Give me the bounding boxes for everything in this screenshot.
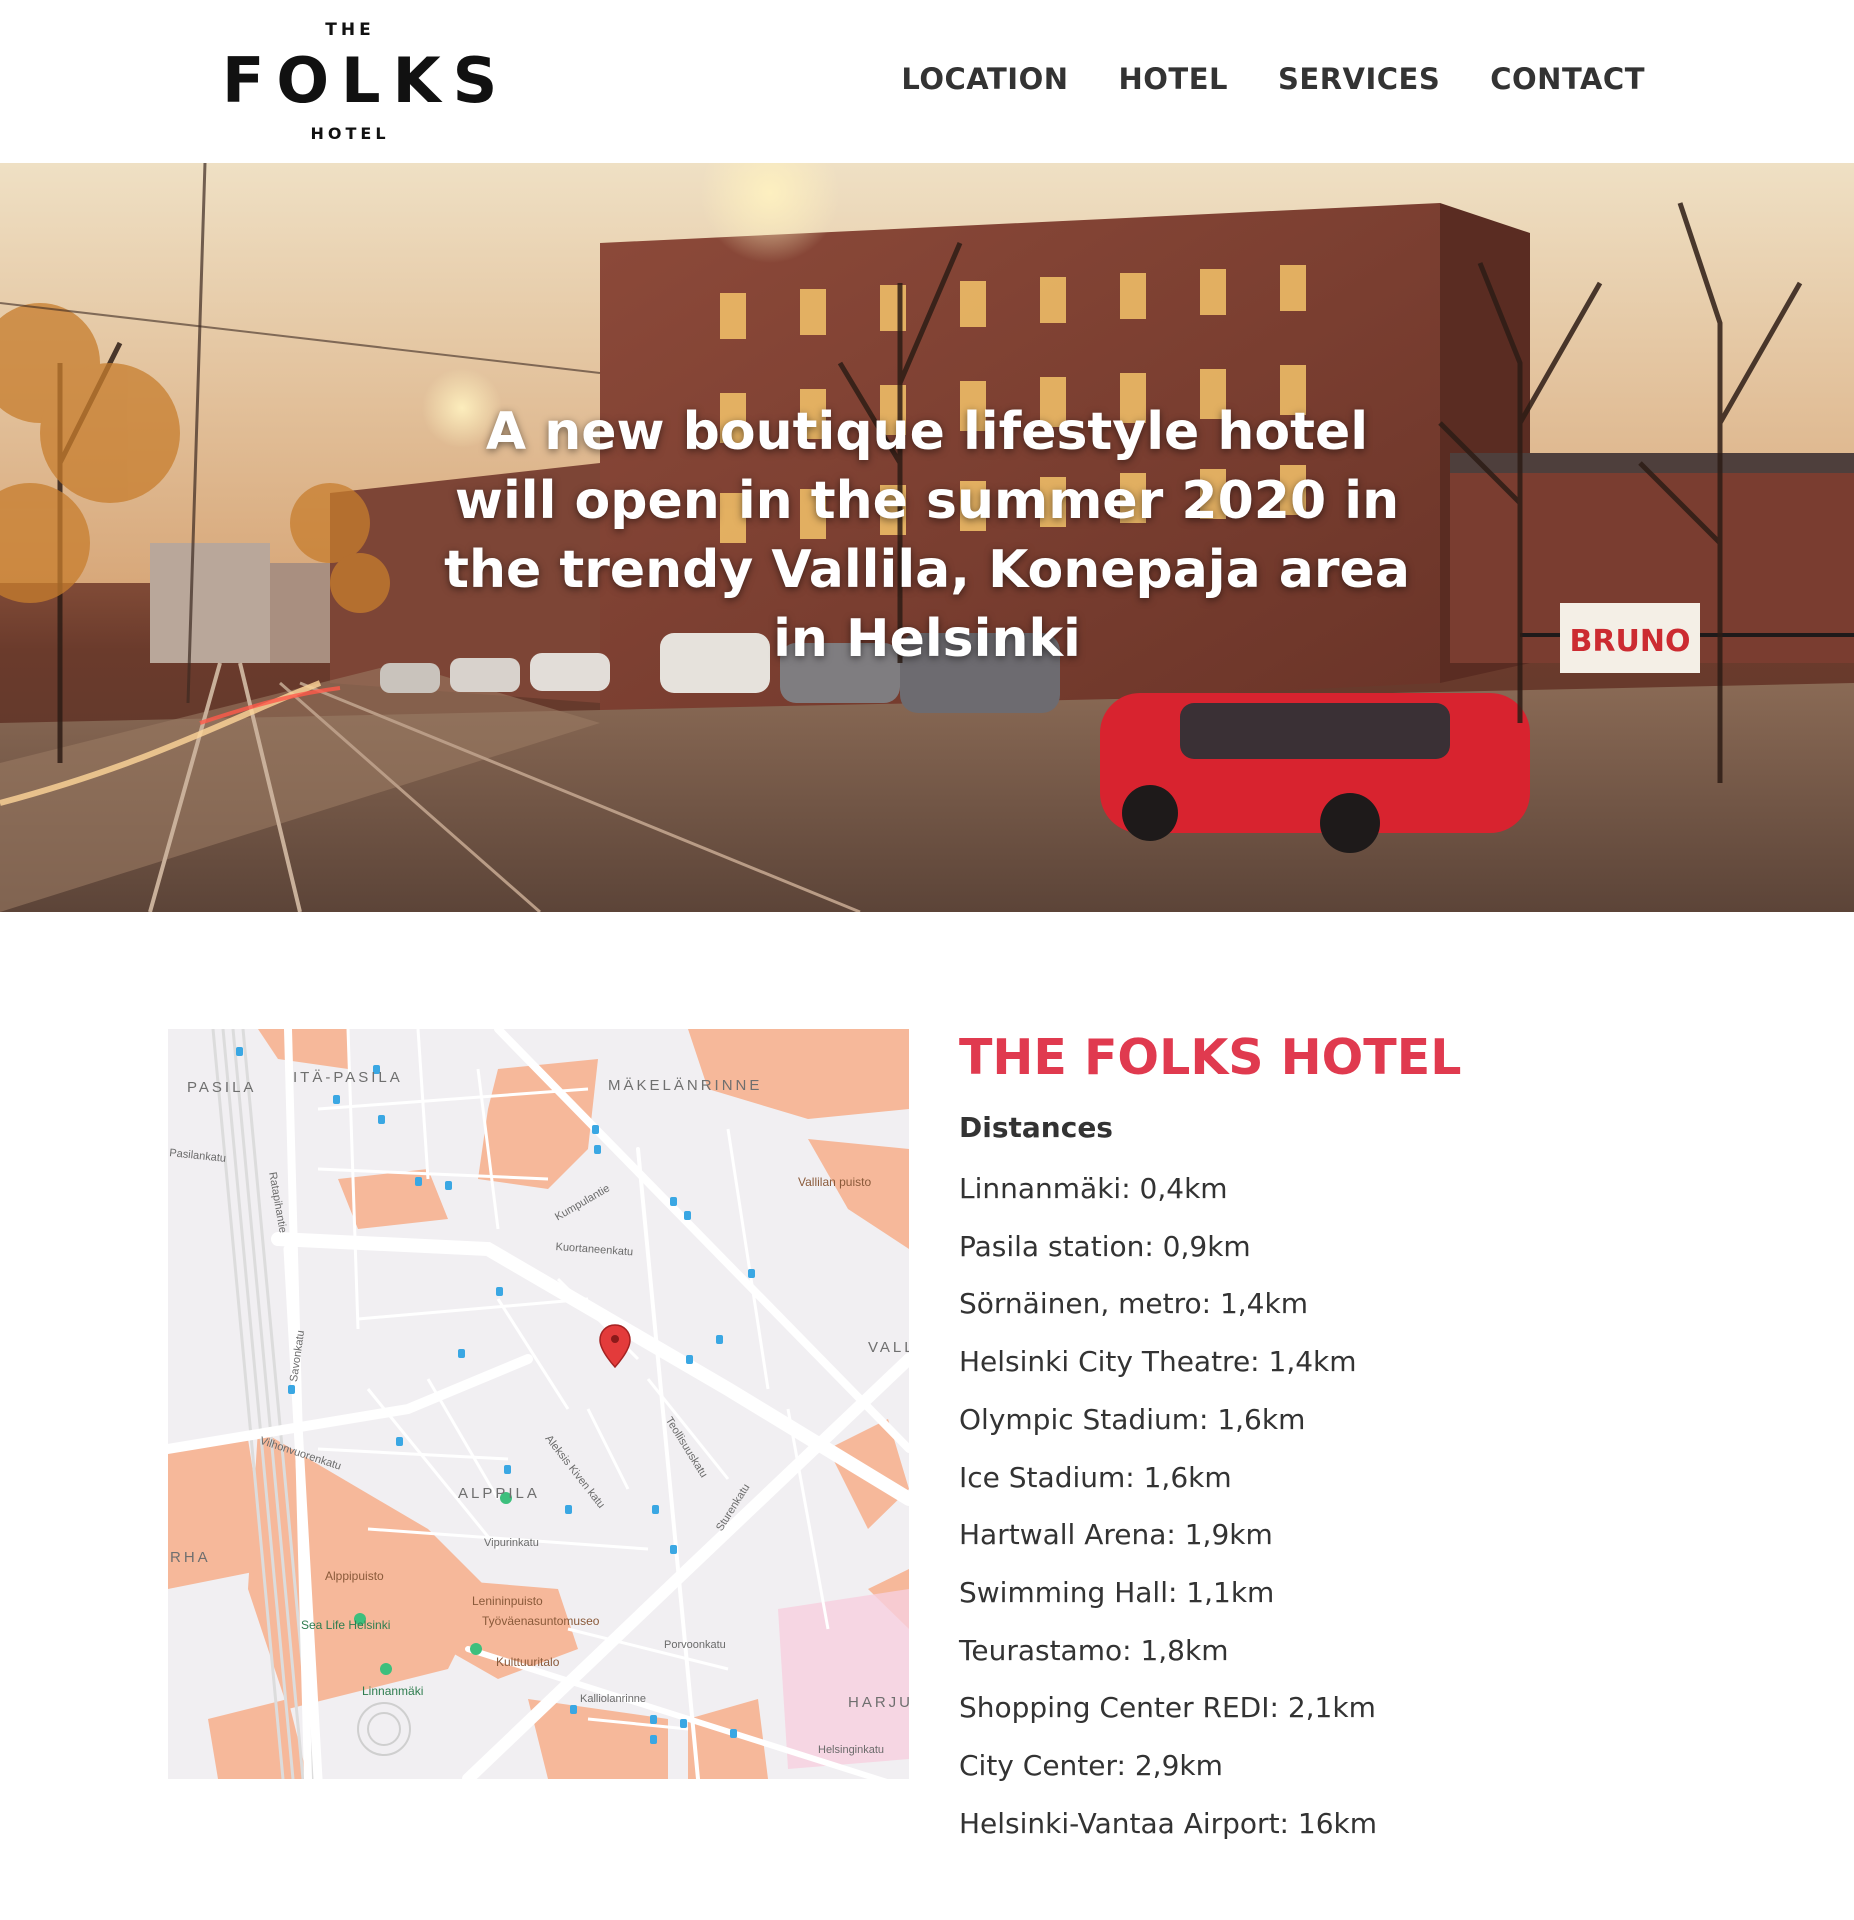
location-map[interactable]: PASILA ITÄ-PASILA MÄKELÄNRINNE ALPPILA R… xyxy=(168,1029,909,1779)
hero-headline: A new boutique lifestyle hotel will open… xyxy=(444,402,1410,669)
bruno-sign: BRUNO xyxy=(1570,624,1691,659)
map-label-alppila: ALPPILA xyxy=(458,1485,540,1502)
map-label-kulttuuritalo: Kulttuuritalo xyxy=(496,1655,560,1669)
map-label-tyovaenasuntomuseo: Työväenasuntomuseo xyxy=(482,1614,600,1628)
distance-item: Shopping Center REDI: 2,1km xyxy=(959,1691,1376,1725)
map-label-linnanmaki: Linnanmäki xyxy=(362,1684,424,1698)
map-label-vallilan-puisto: Vallilan puisto xyxy=(798,1175,872,1189)
distance-item: Teurastamo: 1,8km xyxy=(959,1633,1229,1667)
map-label-alppipuisto: Alppipuisto xyxy=(325,1569,384,1583)
folks-hotel-logo[interactable]: THE FOLKS HOTEL xyxy=(222,16,510,146)
map-street-kalliolanrinne: Kalliolanrinne xyxy=(580,1693,647,1705)
distance-item: Swimming Hall: 1,1km xyxy=(959,1575,1275,1609)
nav-services[interactable]: SERVICES xyxy=(1278,62,1440,96)
map-label-rha: RHA xyxy=(170,1549,211,1566)
distance-item: City Center: 2,9km xyxy=(959,1749,1223,1783)
distance-list: Linnanmäki: 0,4km Pasila station: 0,9km … xyxy=(959,1160,1739,1852)
map-label-sea-life: Sea Life Helsinki xyxy=(301,1618,391,1632)
logo-folks: FOLKS xyxy=(222,44,510,117)
logo-the: THE xyxy=(325,20,375,40)
map-label-vall: VALL xyxy=(868,1339,909,1356)
distance-item: Pasila station: 0,9km xyxy=(959,1229,1251,1263)
distance-item: Olympic Stadium: 1,6km xyxy=(959,1402,1306,1436)
logo-hotel: HOTEL xyxy=(310,124,390,143)
distance-item: Helsinki-Vantaa Airport: 16km xyxy=(959,1806,1378,1840)
map-label-lenininpuisto: Lenininpuisto xyxy=(472,1594,543,1608)
main-nav: LOCATION HOTEL SERVICES CONTACT xyxy=(901,62,1645,96)
map-label-makelanrinne: MÄKELÄNRINNE xyxy=(608,1077,763,1094)
map-street-porvoonkatu: Porvoonkatu xyxy=(664,1639,726,1651)
distance-item: Ice Stadium: 1,6km xyxy=(959,1460,1232,1494)
map-street-vipurinkatu: Vipurinkatu xyxy=(484,1537,539,1549)
site-header: THE FOLKS HOTEL LOCATION HOTEL SERVICES … xyxy=(0,0,1854,163)
nav-location[interactable]: LOCATION xyxy=(901,62,1068,96)
hotel-info: THE FOLKS HOTEL Distances Linnanmäki: 0,… xyxy=(959,1028,1739,1852)
nav-contact[interactable]: CONTACT xyxy=(1490,62,1645,96)
map-label-harju: HARJU xyxy=(848,1694,909,1711)
distance-item: Helsinki City Theatre: 1,4km xyxy=(959,1345,1357,1379)
distances-heading: Distances xyxy=(959,1111,1113,1144)
nav-hotel[interactable]: HOTEL xyxy=(1119,62,1229,96)
map-street-helsinginkatu: Helsinginkatu xyxy=(818,1744,885,1756)
distance-item: Hartwall Arena: 1,9km xyxy=(959,1518,1273,1552)
distance-item: Linnanmäki: 0,4km xyxy=(959,1172,1228,1205)
distance-item: Sörnäinen, metro: 1,4km xyxy=(959,1287,1308,1321)
map-pin-icon[interactable] xyxy=(599,1324,631,1369)
hero-banner: BRUNO A new boutique lifestyle hotel wil… xyxy=(0,163,1854,912)
map-label-pasila: PASILA xyxy=(187,1079,257,1096)
hotel-title: THE FOLKS HOTEL xyxy=(959,1029,1462,1086)
map-label-ita-pasila: ITÄ-PASILA xyxy=(293,1069,403,1086)
